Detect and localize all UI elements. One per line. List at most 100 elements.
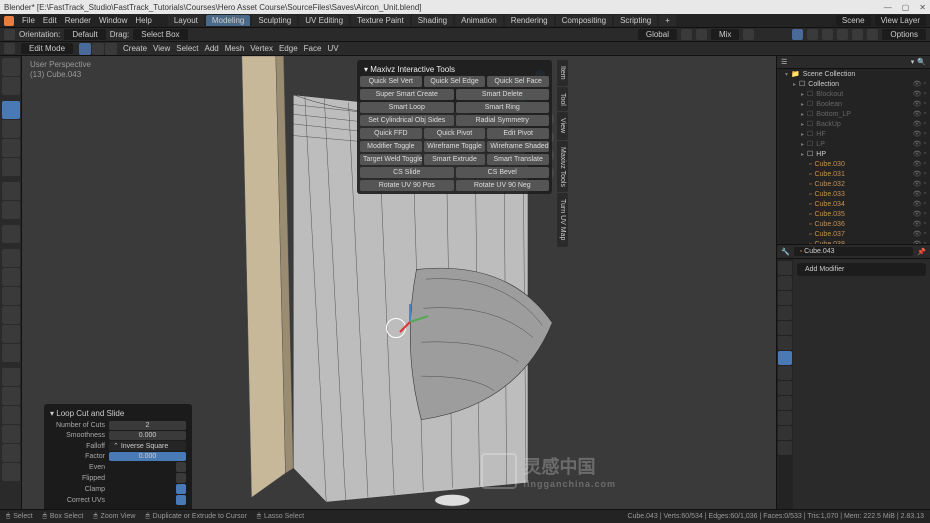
editor-type-icon[interactable] bbox=[4, 43, 15, 54]
outliner-collection[interactable]: ▸☐Blockout👁▫ bbox=[777, 89, 930, 99]
outliner-collection[interactable]: ▸☐BackUp👁▫ bbox=[777, 119, 930, 129]
tab-item[interactable]: Item bbox=[557, 60, 568, 86]
outliner-collection[interactable]: ▸☐Bottom_LP👁▫ bbox=[777, 109, 930, 119]
tool-extrude-icon[interactable] bbox=[2, 249, 20, 267]
object-name-field[interactable]: ▫ Cube.043 bbox=[794, 247, 914, 256]
tab-compositing[interactable]: Compositing bbox=[556, 15, 612, 26]
tab-animation[interactable]: Animation bbox=[455, 15, 503, 26]
add-modifier-dropdown[interactable]: Add Modifier bbox=[797, 263, 926, 276]
menu-mesh[interactable]: Mesh bbox=[225, 44, 245, 53]
tab-mesh-icon[interactable] bbox=[778, 411, 792, 425]
btn-edit-pivot[interactable]: Edit Pivot bbox=[487, 128, 549, 139]
tab-material-icon[interactable] bbox=[778, 426, 792, 440]
outliner-collection[interactable]: ▸☐LP👁▫ bbox=[777, 139, 930, 149]
tool-smooth-icon[interactable] bbox=[2, 387, 20, 405]
tool-scale-icon[interactable] bbox=[2, 139, 20, 157]
scene-selector[interactable]: Scene bbox=[836, 15, 871, 26]
cuts-field[interactable]: 2 bbox=[109, 421, 186, 430]
btn-smart-loop[interactable]: Smart Loop bbox=[360, 102, 454, 113]
snap-toggle-icon[interactable] bbox=[696, 29, 707, 40]
btn-wire-shaded[interactable]: Wireframe Shaded Toggle bbox=[487, 141, 549, 152]
vertex-mode-icon[interactable] bbox=[79, 43, 91, 55]
menu-view[interactable]: View bbox=[153, 44, 170, 53]
edge-mode-icon[interactable] bbox=[92, 43, 104, 55]
menu-render[interactable]: Render bbox=[65, 16, 91, 25]
shading-solid-icon[interactable] bbox=[837, 29, 848, 40]
btn-quick-pivot[interactable]: Quick Pivot bbox=[424, 128, 486, 139]
tool-move-icon[interactable] bbox=[2, 101, 20, 119]
transform-orientation[interactable]: Global bbox=[638, 29, 677, 40]
btn-smart-translate[interactable]: Smart Translate bbox=[487, 154, 549, 165]
tool-inset-icon[interactable] bbox=[2, 268, 20, 286]
btn-smart-ring[interactable]: Smart Ring bbox=[456, 102, 550, 113]
btn-wireframe-toggle[interactable]: Wireframe Toggle bbox=[424, 141, 486, 152]
tool-knife-icon[interactable] bbox=[2, 325, 20, 343]
falloff-dropdown[interactable]: ⌃ Inverse Square bbox=[109, 441, 186, 451]
tool-polybuild-icon[interactable] bbox=[2, 344, 20, 362]
tab-physics-icon[interactable] bbox=[778, 381, 792, 395]
tool-loopcut-icon[interactable] bbox=[2, 306, 20, 324]
btn-quick-sel-face[interactable]: Quick Sel Face bbox=[487, 76, 549, 87]
menu-edit[interactable]: Edit bbox=[43, 16, 57, 25]
outliner-object[interactable]: ▫Cube.030👁▫ bbox=[777, 159, 930, 169]
btn-cs-slide[interactable]: CS Slide bbox=[360, 167, 454, 178]
menu-edge[interactable]: Edge bbox=[279, 44, 298, 53]
menu-help[interactable]: Help bbox=[135, 16, 151, 25]
menu-vertex[interactable]: Vertex bbox=[250, 44, 273, 53]
tool-shear-icon[interactable] bbox=[2, 444, 20, 462]
snap-icon[interactable] bbox=[4, 29, 15, 40]
viewlayer-selector[interactable]: View Layer bbox=[875, 15, 926, 26]
btn-quick-sel-edge[interactable]: Quick Sel Edge bbox=[424, 76, 486, 87]
tab-scene-icon[interactable] bbox=[778, 306, 792, 320]
tool-select-icon[interactable] bbox=[2, 58, 20, 76]
tab-texture[interactable]: Texture Paint bbox=[351, 15, 410, 26]
outliner-object[interactable]: ▫Cube.034👁▫ bbox=[777, 199, 930, 209]
maximize-btn[interactable]: ▢ bbox=[902, 3, 910, 12]
outliner-object[interactable]: ▫Cube.033👁▫ bbox=[777, 189, 930, 199]
menu-face[interactable]: Face bbox=[304, 44, 322, 53]
tool-transform-icon[interactable] bbox=[2, 158, 20, 176]
outliner-object[interactable]: ▫Cube.031👁▫ bbox=[777, 169, 930, 179]
tab-modifier-icon[interactable] bbox=[778, 351, 792, 365]
tool-edgeslide-icon[interactable] bbox=[2, 406, 20, 424]
menu-uv[interactable]: UV bbox=[327, 44, 338, 53]
tab-sculpting[interactable]: Sculpting bbox=[252, 15, 297, 26]
tab-render-icon[interactable] bbox=[778, 261, 792, 275]
menu-add[interactable]: Add bbox=[204, 44, 218, 53]
menu-create[interactable]: Create bbox=[123, 44, 147, 53]
minimize-btn[interactable]: — bbox=[884, 3, 892, 12]
tool-rotate-icon[interactable] bbox=[2, 120, 20, 138]
pivot-icon[interactable] bbox=[681, 29, 692, 40]
outliner-object[interactable]: ▫Cube.035👁▫ bbox=[777, 209, 930, 219]
pin-icon[interactable]: 📌 bbox=[917, 248, 926, 256]
redo-title[interactable]: ▾ Loop Cut and Slide bbox=[50, 407, 186, 420]
overlay-icon[interactable] bbox=[792, 29, 803, 40]
outliner-scene-collection[interactable]: ▾📁Scene Collection bbox=[777, 69, 930, 79]
flipped-checkbox[interactable] bbox=[176, 473, 186, 483]
3d-viewport[interactable]: User Perspective (13) Cube.043 Item Tool bbox=[22, 56, 776, 509]
tab-shading[interactable]: Shading bbox=[412, 15, 453, 26]
btn-modifier-toggle[interactable]: Modifier Toggle bbox=[360, 141, 422, 152]
tab-modeling[interactable]: Modeling bbox=[206, 15, 250, 26]
tab-uvmap[interactable]: Turn UV Map bbox=[557, 193, 568, 246]
btn-quick-ffd[interactable]: Quick FFD bbox=[360, 128, 422, 139]
tool-bevel-icon[interactable] bbox=[2, 287, 20, 305]
menu-select[interactable]: Select bbox=[176, 44, 198, 53]
btn-rotate-uv-pos[interactable]: Rotate UV 90 Pos bbox=[360, 180, 454, 191]
tab-maxivz[interactable]: Maxivz Tools bbox=[557, 141, 568, 193]
btn-target-weld[interactable]: Target Weld Toggle bbox=[360, 154, 422, 165]
btn-cs-bevel[interactable]: CS Bevel bbox=[456, 167, 550, 178]
btn-cylindrical[interactable]: Set Cylindrical Obj Sides bbox=[360, 115, 454, 126]
factor-field[interactable]: 0.000 bbox=[109, 452, 186, 461]
xray-icon[interactable] bbox=[807, 29, 818, 40]
options-dropdown[interactable]: Options bbox=[882, 29, 926, 40]
tab-world-icon[interactable] bbox=[778, 321, 792, 335]
btn-smart-delete[interactable]: Smart Delete bbox=[456, 89, 550, 100]
outliner-object[interactable]: ▫Cube.036👁▫ bbox=[777, 219, 930, 229]
tab-add[interactable]: + bbox=[659, 15, 676, 26]
tab-object-icon[interactable] bbox=[778, 336, 792, 350]
tab-tool[interactable]: Tool bbox=[557, 87, 568, 112]
tool-shrink-icon[interactable] bbox=[2, 425, 20, 443]
smoothness-field[interactable]: 0.000 bbox=[109, 431, 186, 440]
tab-particle-icon[interactable] bbox=[778, 366, 792, 380]
